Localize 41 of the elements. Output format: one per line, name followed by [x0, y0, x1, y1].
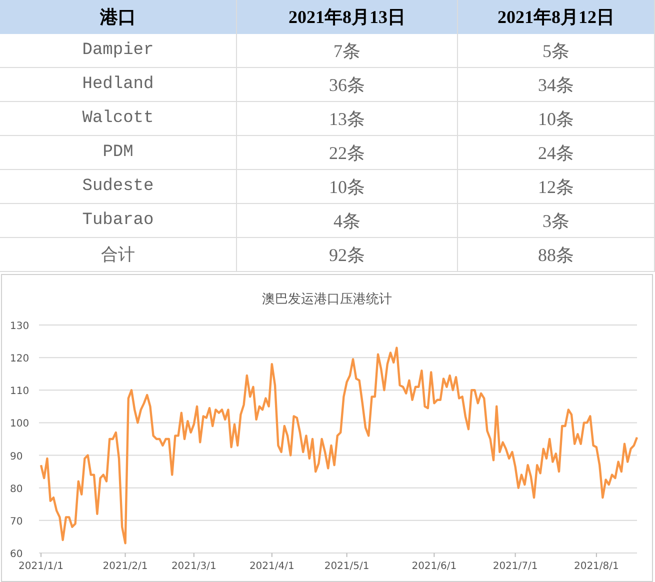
- axis-label: 110: [10, 386, 30, 398]
- column-header: 港口: [0, 0, 237, 34]
- table-cell: 10条: [458, 102, 655, 136]
- table-cell: PDM: [0, 136, 237, 170]
- table-cell: 5条: [458, 34, 655, 68]
- table-cell: Walcott: [0, 102, 237, 136]
- column-header: 2021年8月13日: [237, 0, 458, 34]
- axis-label: 2021/7/1: [492, 561, 538, 572]
- axis-label: 2021/5/1: [324, 561, 370, 572]
- axis-label: 80: [10, 484, 23, 495]
- table-cell: Dampier: [0, 34, 237, 68]
- table-cell: 10条: [237, 170, 458, 204]
- axis-label: 2021/2/1: [102, 561, 148, 572]
- axis-label: 120: [10, 354, 30, 365]
- table-cell: Hedland: [0, 68, 237, 102]
- table-cell: 92条: [237, 238, 458, 272]
- axis-label: 2021/1/1: [18, 561, 64, 572]
- table-cell: 4条: [237, 204, 458, 238]
- table-cell: 36条: [237, 68, 458, 102]
- axis-label: 90: [10, 451, 23, 462]
- table-cell: 12条: [458, 170, 655, 204]
- axis-label: 100: [10, 418, 30, 430]
- table-cell: Sudeste: [0, 170, 237, 204]
- axis-label: 2021/8/1: [574, 561, 619, 572]
- table-cell: Tubarao: [0, 204, 237, 238]
- table-cell: 3条: [458, 204, 655, 238]
- axis-label: 70: [10, 516, 23, 528]
- table-cell: 22条: [237, 136, 458, 170]
- axis-label: 130: [10, 321, 30, 332]
- column-header: 2021年8月12日: [458, 0, 655, 34]
- chart-title: 澳巴发运港口压港统计: [262, 292, 392, 307]
- table-cell: 合计: [0, 238, 237, 272]
- axis-label: 2021/3/1: [171, 561, 216, 572]
- table-cell: 7条: [237, 34, 458, 68]
- axis-label: 60: [10, 549, 23, 560]
- table-cell: 34条: [458, 68, 655, 102]
- table-cell: 13条: [237, 102, 458, 136]
- axis-label: 2021/4/1: [249, 561, 294, 572]
- table-cell: 24条: [458, 136, 655, 170]
- axis-label: 2021/6/1: [412, 561, 457, 572]
- table-cell: 88条: [458, 238, 655, 272]
